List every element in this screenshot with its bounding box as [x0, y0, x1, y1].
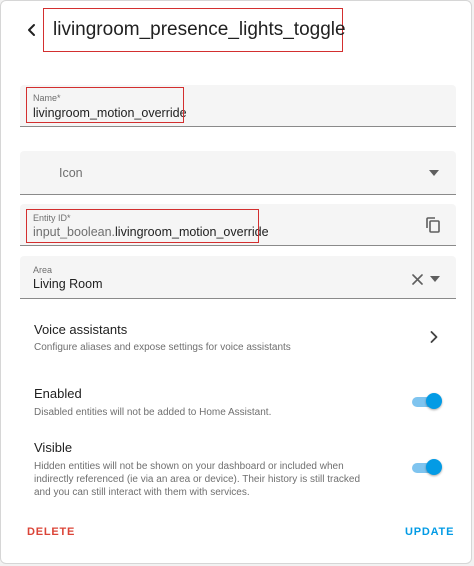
area-value[interactable]: Living Room	[33, 277, 102, 291]
voice-assistants-title: Voice assistants	[34, 322, 128, 337]
copy-icon[interactable]	[424, 216, 442, 234]
enabled-toggle[interactable]	[410, 393, 442, 409]
enabled-toggle-thumb	[426, 393, 442, 409]
icon-picker-field[interactable]: Icon	[20, 151, 456, 195]
delete-button[interactable]: DELETE	[27, 526, 75, 538]
chevron-down-icon[interactable]	[428, 273, 442, 285]
enabled-row: Enabled Disabled entities will not be ad…	[34, 386, 411, 419]
page-title: livingroom_presence_lights_toggle	[43, 8, 346, 52]
visible-description-line: indirectly referenced (ie via an area or…	[34, 474, 361, 485]
visible-row: Visible Hidden entities will not be show…	[34, 440, 411, 499]
visible-toggle-thumb	[426, 459, 442, 475]
visible-description: Hidden entities will not be shown on you…	[34, 460, 411, 499]
name-field-highlight	[26, 87, 184, 123]
voice-assistants-description: Configure aliases and expose settings fo…	[34, 342, 291, 353]
visible-toggle[interactable]	[410, 459, 442, 475]
close-icon[interactable]	[410, 272, 424, 286]
update-button[interactable]: UPDATE	[405, 526, 454, 538]
visible-description-line: and you can still interact with them wit…	[34, 487, 250, 498]
chevron-down-icon[interactable]	[426, 167, 442, 179]
visible-description-line: Hidden entities will not be shown on you…	[34, 461, 344, 472]
icon-picker-placeholder: Icon	[59, 166, 83, 180]
enabled-description: Disabled entities will not be added to H…	[34, 407, 272, 418]
chevron-right-icon[interactable]	[427, 330, 441, 344]
entity-id-highlight	[26, 209, 259, 243]
back-button[interactable]	[21, 19, 43, 41]
area-label: Area	[33, 265, 53, 275]
entity-settings-dialog: livingroom_presence_lights_toggle Name* …	[0, 0, 472, 564]
voice-assistants-row[interactable]: Voice assistants Configure aliases and e…	[34, 322, 449, 356]
arrow-left-icon	[28, 24, 35, 36]
visible-title: Visible	[34, 440, 73, 455]
enabled-title: Enabled	[34, 386, 82, 401]
area-picker-field[interactable]: Area Living Room	[20, 256, 456, 299]
